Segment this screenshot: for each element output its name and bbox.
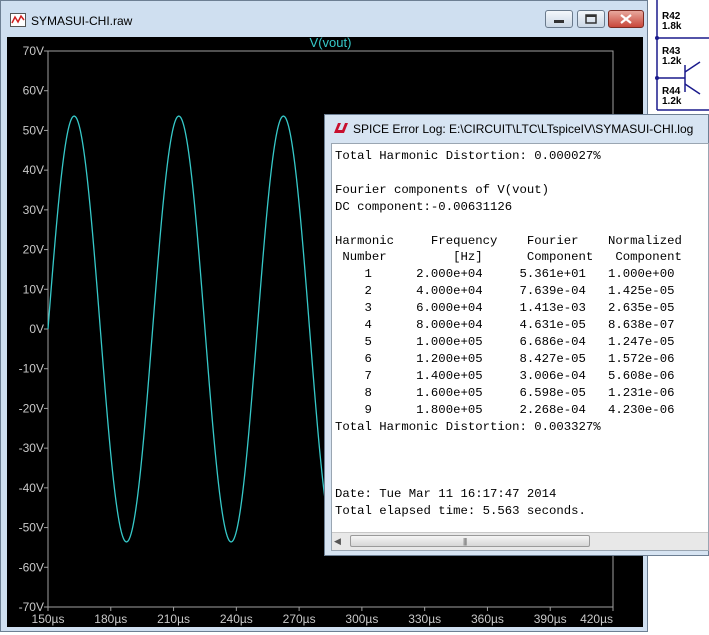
close-icon xyxy=(620,14,632,24)
horizontal-scrollbar[interactable]: ◀ ||| xyxy=(332,532,708,550)
resistor-r43-value: 1.2k xyxy=(662,56,682,67)
x-tick-label: 330µs xyxy=(408,612,441,626)
log-line: 8 1.600e+05 6.598e-05 1.231e-06 xyxy=(335,385,675,400)
y-tick-label: 20V xyxy=(23,243,44,257)
scroll-left-arrow-icon[interactable]: ◀ xyxy=(334,536,341,547)
y-tick-label: 60V xyxy=(23,84,44,98)
maximize-button[interactable] xyxy=(577,10,605,28)
scrollbar-grip-icon: ||| xyxy=(463,537,467,546)
log-line: Fourier components of V(vout) xyxy=(335,182,550,197)
scrollbar-thumb[interactable]: ||| xyxy=(350,535,590,547)
y-tick-label: -40V xyxy=(19,481,44,495)
log-line: Total Harmonic Distortion: 0.003327% xyxy=(335,419,601,434)
y-tick-label: -10V xyxy=(19,362,44,376)
log-text-area[interactable]: Total Harmonic Distortion: 0.000027% Fou… xyxy=(331,143,709,551)
waveform-app-icon xyxy=(10,13,26,27)
log-line: DC component:-0.00631126 xyxy=(335,199,513,214)
x-tick-label: 300µs xyxy=(345,612,378,626)
x-tick-label: 150µs xyxy=(32,612,65,626)
log-line: Total Harmonic Distortion: 0.000027% xyxy=(335,149,601,163)
x-tick-label: 240µs xyxy=(220,612,253,626)
log-line: Harmonic Frequency Fourier Normalized xyxy=(335,233,682,248)
x-tick-label: 360µs xyxy=(471,612,504,626)
log-line: 4 8.000e+04 4.631e-05 8.638e-07 xyxy=(335,318,675,333)
y-tick-label: -50V xyxy=(19,521,44,535)
log-line: 5 1.000e+05 6.686e-04 1.247e-05 xyxy=(335,334,675,349)
log-line: Number [Hz] Component Component xyxy=(335,250,682,265)
y-tick-label: -30V xyxy=(19,441,44,455)
waveform-window-title: SYMASUI-CHI.raw xyxy=(31,14,133,28)
log-line: 2 4.000e+04 7.639e-04 1.425e-05 xyxy=(335,284,675,299)
minimize-button[interactable] xyxy=(545,10,573,28)
waveform-titlebar[interactable]: SYMASUI-CHI.raw xyxy=(1,1,647,37)
x-tick-label: 270µs xyxy=(283,612,316,626)
x-tick-label: 210µs xyxy=(157,612,190,626)
y-tick-label: -60V xyxy=(19,560,44,574)
log-line: 9 1.800e+05 2.268e-04 4.230e-06 xyxy=(335,402,675,417)
y-tick-label: 0V xyxy=(29,322,44,336)
log-line: 6 1.200e+05 8.427e-05 1.572e-06 xyxy=(335,351,675,366)
spice-error-log-window[interactable]: SPICE Error Log: E:\CIRCUIT\LTC\LTspiceI… xyxy=(324,114,709,556)
y-tick-label: -20V xyxy=(19,401,44,415)
close-button[interactable] xyxy=(608,10,644,28)
x-tick-label: 390µs xyxy=(534,612,567,626)
log-text: Total Harmonic Distortion: 0.000027% Fou… xyxy=(335,148,682,520)
log-line: 7 1.400e+05 3.006e-04 5.608e-06 xyxy=(335,368,675,383)
y-tick-label: 50V xyxy=(23,123,44,137)
y-tick-label: 70V xyxy=(23,44,44,58)
y-tick-label: 30V xyxy=(23,203,44,217)
x-tick-label: 180µs xyxy=(94,612,127,626)
y-tick-label: 10V xyxy=(23,282,44,296)
log-window-title: SPICE Error Log: E:\CIRCUIT\LTC\LTspiceI… xyxy=(353,122,694,136)
log-titlebar[interactable]: SPICE Error Log: E:\CIRCUIT\LTC\LTspiceI… xyxy=(325,115,709,143)
log-line: Total elapsed time: 5.563 seconds. xyxy=(335,504,586,519)
minimize-icon xyxy=(554,20,564,23)
x-tick-label: 420µs xyxy=(580,612,613,626)
log-line: 1 2.000e+04 5.361e+01 1.000e+00 xyxy=(335,267,675,282)
log-line: Date: Tue Mar 11 16:17:47 2014 xyxy=(335,487,557,502)
trace-label[interactable]: V(vout) xyxy=(310,37,352,50)
vout-trace[interactable] xyxy=(47,115,330,543)
resistor-r44-value: 1.2k xyxy=(662,96,682,107)
ltspice-logo-icon xyxy=(334,123,348,133)
restore-icon xyxy=(585,14,597,24)
log-line: 3 6.000e+04 1.413e-03 2.635e-05 xyxy=(335,301,675,316)
y-tick-label: 40V xyxy=(23,163,44,177)
resistor-r42-value: 1.8k xyxy=(662,21,682,32)
